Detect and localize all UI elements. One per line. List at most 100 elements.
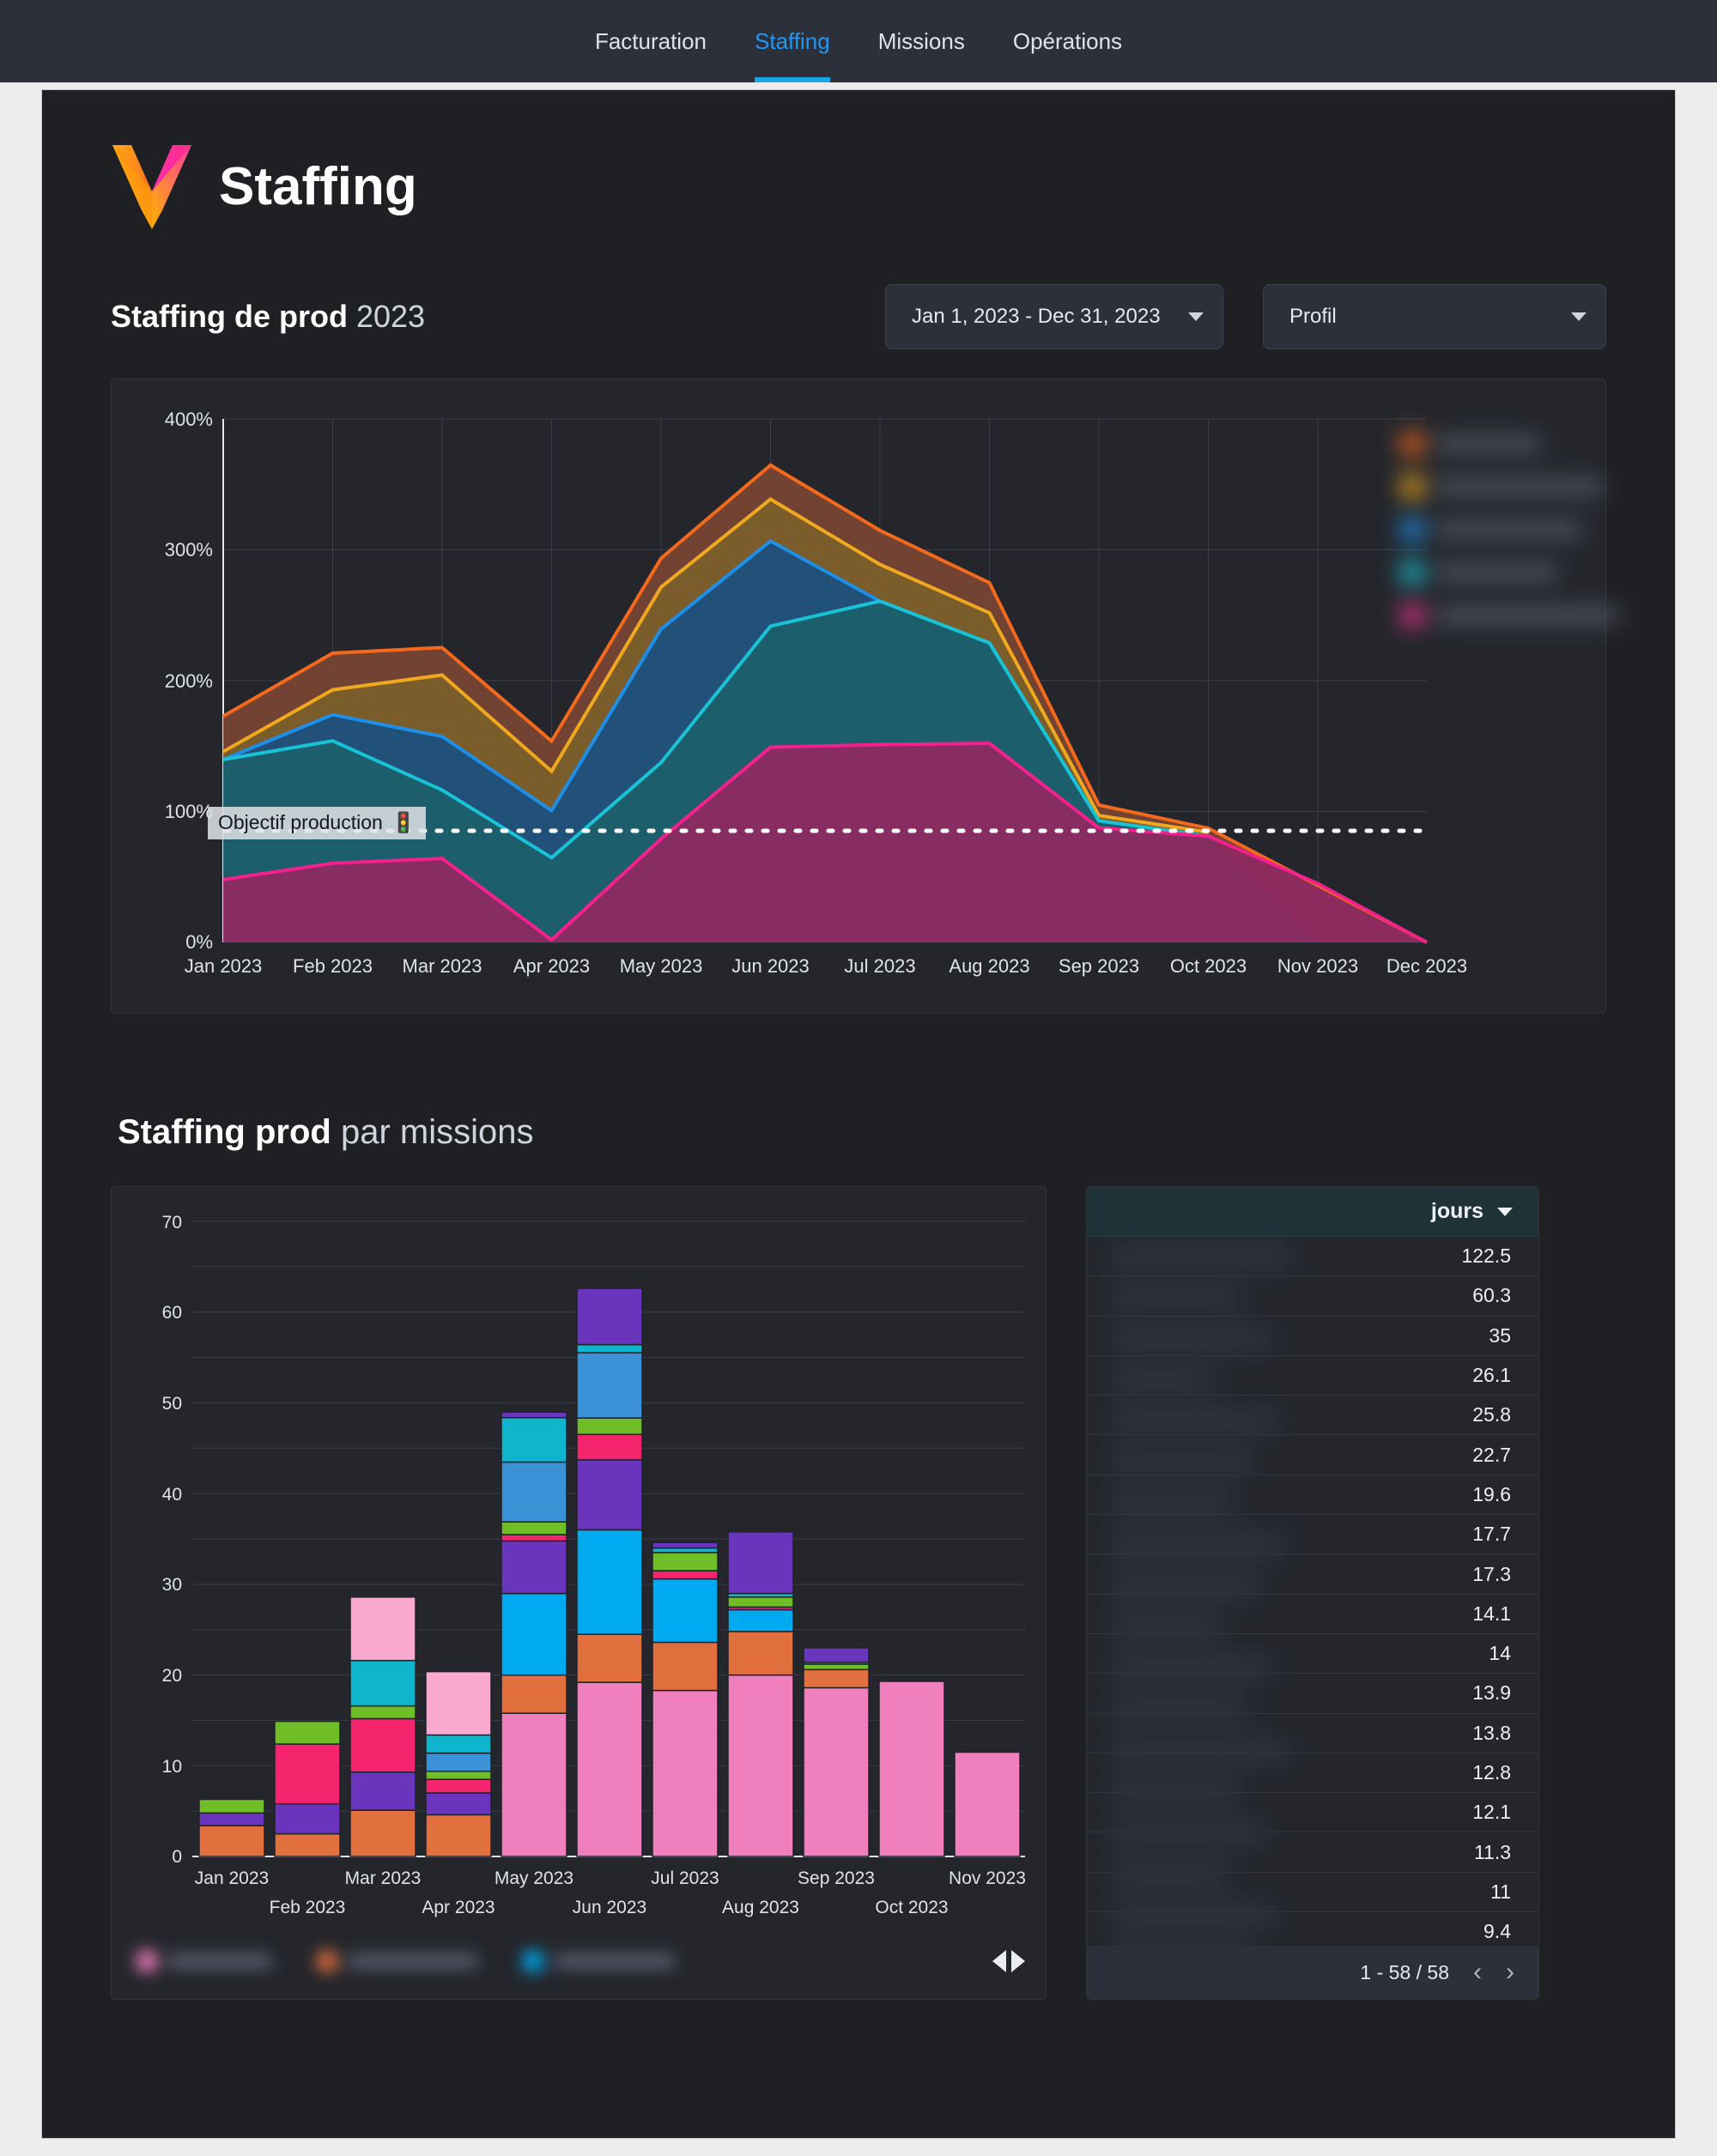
section-title-missions: Staffing prod par missions bbox=[118, 1113, 1606, 1152]
svg-text:Apr 2023: Apr 2023 bbox=[422, 1898, 494, 1917]
table-row[interactable]: 60.3 bbox=[1087, 1276, 1538, 1317]
legend-swatch-icon bbox=[1401, 433, 1423, 455]
triangle-left-icon[interactable] bbox=[992, 1950, 1006, 1972]
table-row[interactable]: 17.7 bbox=[1087, 1515, 1538, 1555]
bar-chart-svg[interactable]: 70 60 50 40 30 20 10 0 Jan 2023 Mar 2023… bbox=[132, 1206, 1027, 1941]
table-row[interactable]: 11.3 bbox=[1087, 1832, 1538, 1873]
legend-item bbox=[1401, 551, 1659, 594]
svg-text:Dec 2023: Dec 2023 bbox=[1386, 955, 1467, 977]
svg-text:Mar 2023: Mar 2023 bbox=[403, 955, 482, 977]
traffic-light-icon: 🚦 bbox=[391, 811, 416, 833]
table-row[interactable]: 13.8 bbox=[1087, 1714, 1538, 1753]
bar-nov bbox=[954, 1751, 1021, 1857]
table-row[interactable]: 14.1 bbox=[1087, 1595, 1538, 1634]
table-row[interactable]: 11 bbox=[1087, 1873, 1538, 1913]
app-container: Staffing Staffing de prod 2023 Jan 1, 20… bbox=[41, 89, 1676, 2139]
svg-text:Jan 2023: Jan 2023 bbox=[185, 955, 263, 977]
missions-table-card: jours 122.5 60.3 35 26.1 25.8 22.7 19.6 … bbox=[1086, 1186, 1539, 2000]
objectif-label-text: Objectif production bbox=[218, 811, 383, 833]
x-axis-ticks: Jan 2023 Feb 2023 Mar 2023 Apr 2023 May … bbox=[185, 955, 1467, 977]
svg-text:Oct 2023: Oct 2023 bbox=[1170, 955, 1247, 977]
bar-legend-pagination bbox=[992, 1950, 1025, 1972]
table-row[interactable]: 22.7 bbox=[1087, 1435, 1538, 1475]
legend-swatch-icon bbox=[1401, 561, 1423, 584]
legend-swatch-icon bbox=[1401, 604, 1423, 627]
chevron-down-icon bbox=[1497, 1207, 1513, 1216]
legend-item bbox=[1401, 422, 1659, 465]
profil-value: Profil bbox=[1289, 305, 1337, 328]
legend-item bbox=[1401, 508, 1659, 551]
bar-aug bbox=[727, 1531, 794, 1857]
legend-item bbox=[522, 1950, 675, 1972]
nav-item-facturation[interactable]: Facturation bbox=[571, 0, 731, 82]
svg-text:30: 30 bbox=[162, 1575, 182, 1595]
legend-swatch-icon bbox=[522, 1950, 544, 1972]
table-row[interactable]: 122.5 bbox=[1087, 1237, 1538, 1277]
table-row[interactable]: 25.8 bbox=[1087, 1396, 1538, 1436]
legend-swatch-icon bbox=[1401, 518, 1423, 541]
legend-swatch-icon bbox=[136, 1950, 158, 1972]
cell-jours: 12.8 bbox=[1472, 1761, 1511, 1784]
chevron-left-icon[interactable]: ‹ bbox=[1473, 1959, 1482, 1985]
legend-label bbox=[349, 1954, 477, 1968]
chevron-right-icon[interactable]: › bbox=[1506, 1959, 1514, 1985]
top-navigation: Facturation Staffing Missions Opérations bbox=[0, 0, 1717, 82]
table-row[interactable]: 19.6 bbox=[1087, 1475, 1538, 1516]
bar-legend-items bbox=[136, 1950, 675, 1972]
svg-text:200%: 200% bbox=[165, 670, 213, 692]
section-header-staffing-prod: Staffing de prod 2023 Jan 1, 2023 - Dec … bbox=[111, 284, 1606, 349]
bar-feb bbox=[274, 1720, 341, 1857]
bar-chart-legend bbox=[136, 1939, 1025, 1983]
table-row[interactable]: 35 bbox=[1087, 1317, 1538, 1356]
svg-text:300%: 300% bbox=[165, 539, 213, 560]
svg-text:20: 20 bbox=[162, 1666, 182, 1686]
table-header[interactable]: jours bbox=[1087, 1187, 1538, 1237]
cell-jours: 17.7 bbox=[1472, 1523, 1511, 1546]
brand-header: Staffing bbox=[111, 142, 1606, 231]
svg-text:0: 0 bbox=[172, 1847, 182, 1867]
date-range-value: Jan 1, 2023 - Dec 31, 2023 bbox=[912, 305, 1161, 328]
bottom-panels: 70 60 50 40 30 20 10 0 Jan 2023 Mar 2023… bbox=[111, 1186, 1606, 2000]
svg-text:May 2023: May 2023 bbox=[620, 955, 703, 977]
cell-jours: 22.7 bbox=[1472, 1443, 1511, 1466]
profil-dropdown[interactable]: Profil bbox=[1263, 284, 1606, 349]
bar-oct bbox=[878, 1681, 945, 1857]
section-title-light: 2023 bbox=[347, 299, 426, 334]
legend-item bbox=[316, 1950, 477, 1972]
svg-text:May 2023: May 2023 bbox=[494, 1868, 573, 1888]
cell-jours: 25.8 bbox=[1472, 1403, 1511, 1426]
objectif-production-label: Objectif production 🚦 bbox=[208, 807, 427, 839]
bar-jun bbox=[576, 1287, 643, 1857]
table-row[interactable]: 17.3 bbox=[1087, 1554, 1538, 1595]
svg-text:10: 10 bbox=[162, 1757, 182, 1777]
svg-text:40: 40 bbox=[162, 1485, 182, 1505]
svg-text:Jun 2023: Jun 2023 bbox=[573, 1898, 646, 1917]
area-chart[interactable]: 400% 300% 200% 100% 0% Jan 2023 Feb 2023… bbox=[129, 402, 1619, 996]
legend-item bbox=[136, 1950, 271, 1972]
nav-item-operations[interactable]: Opérations bbox=[989, 0, 1146, 82]
cell-jours: 26.1 bbox=[1472, 1364, 1511, 1387]
table-row[interactable]: 12.1 bbox=[1087, 1793, 1538, 1833]
svg-text:Nov 2023: Nov 2023 bbox=[949, 1868, 1026, 1888]
table-row[interactable]: 13.9 bbox=[1087, 1674, 1538, 1714]
bar-may bbox=[501, 1411, 567, 1857]
cell-jours: 12.1 bbox=[1472, 1801, 1511, 1824]
table-row[interactable]: 12.8 bbox=[1087, 1753, 1538, 1794]
date-range-dropdown[interactable]: Jan 1, 2023 - Dec 31, 2023 bbox=[885, 284, 1223, 349]
legend-label bbox=[1437, 565, 1557, 580]
table-row[interactable]: 26.1 bbox=[1087, 1356, 1538, 1396]
cell-jours: 11 bbox=[1490, 1880, 1511, 1903]
svg-text:Jun 2023: Jun 2023 bbox=[731, 955, 810, 977]
page-background: Staffing Staffing de prod 2023 Jan 1, 20… bbox=[0, 82, 1717, 2156]
section-title: Staffing de prod 2023 bbox=[111, 299, 425, 335]
bar-apr bbox=[425, 1670, 492, 1857]
page-title: Staffing bbox=[219, 156, 417, 216]
area-series-group bbox=[223, 465, 1427, 942]
table-row[interactable]: 14 bbox=[1087, 1634, 1538, 1675]
nav-item-staffing[interactable]: Staffing bbox=[731, 0, 854, 82]
svg-text:50: 50 bbox=[162, 1394, 182, 1414]
section2-title-light: par missions bbox=[331, 1113, 534, 1151]
nav-item-missions[interactable]: Missions bbox=[854, 0, 989, 82]
svg-text:Sep 2023: Sep 2023 bbox=[798, 1868, 875, 1888]
triangle-right-icon[interactable] bbox=[1011, 1950, 1025, 1972]
